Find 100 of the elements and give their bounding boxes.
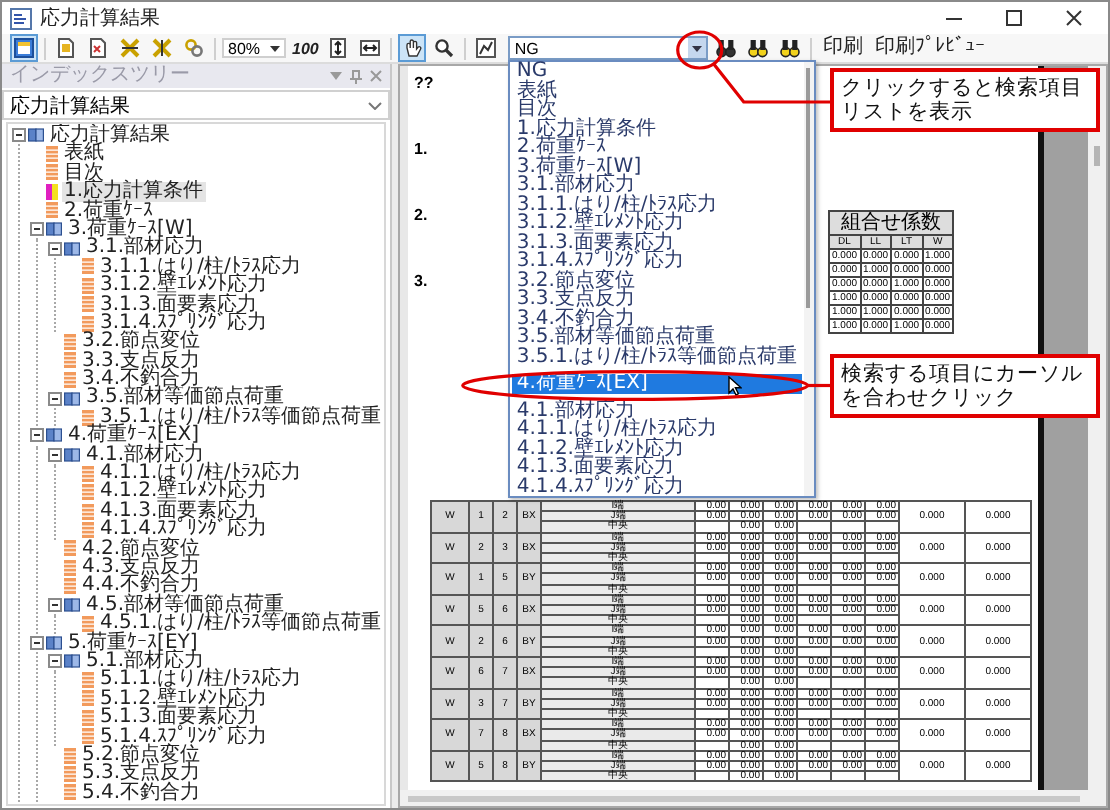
tree-item[interactable]: 4.1.2.壁ｴﾚﾒﾝﾄ応力 <box>98 482 270 502</box>
collapse-icon[interactable] <box>30 222 44 237</box>
list-item[interactable]: 3.4.不釣合力 <box>512 309 802 328</box>
tree-item[interactable]: 目次 <box>62 163 106 183</box>
section-heading: 1. <box>414 140 428 158</box>
list-item[interactable]: 3.1.1.はり/柱/ﾄﾗｽ応力 <box>512 195 802 214</box>
section-heading: 3. <box>414 272 428 290</box>
document-icon[interactable] <box>52 34 80 62</box>
tree-item[interactable]: 5.4.不釣合力 <box>80 783 203 803</box>
tree-item[interactable]: 5.1.部材応力 <box>84 651 207 671</box>
callout: クリックすると検索項目リストを表示 <box>829 68 1100 132</box>
list-item[interactable]: 3.1.3.面要素応力 <box>512 233 802 252</box>
print-button[interactable]: 印刷 <box>818 36 867 60</box>
list-item[interactable]: 表紙 <box>512 81 802 100</box>
tree-item[interactable]: 4.5.1.はり/柱/ﾄﾗｽ等価節点荷重 <box>98 614 383 634</box>
list-item[interactable]: 4.1.2.壁ｴﾚﾒﾝﾄ応力 <box>512 439 802 458</box>
callout: 検索する項目にカーソルを合わせクリック <box>829 353 1100 418</box>
tree-item[interactable]: 1.応力計算条件 <box>62 182 206 202</box>
tree-item[interactable]: 4.1.4.ｽﾌﾟﾘﾝｸﾞ応力 <box>98 520 270 540</box>
list-item[interactable]: NG <box>512 62 802 81</box>
section-heading: ?? <box>414 74 434 92</box>
book-icon <box>46 635 62 650</box>
list-item[interactable]: 4.1.部材応力 <box>512 401 802 420</box>
tree-item[interactable]: 3.1.部材応力 <box>84 238 207 258</box>
list-item[interactable]: 3.1.部材応力 <box>512 176 802 195</box>
list-item[interactable]: 3.5.1.はり/柱/ﾄﾗｽ等価節点荷重 <box>512 347 802 366</box>
tree-item[interactable]: 3.1.2.壁ｴﾚﾒﾝﾄ応力 <box>98 276 270 296</box>
tree-item[interactable]: 5.3.支点反力 <box>80 764 203 784</box>
book-icon <box>28 128 44 143</box>
document-icon[interactable] <box>84 34 112 62</box>
tree-item[interactable]: 3.4.不釣合力 <box>80 370 203 389</box>
collapse-icon[interactable] <box>30 635 44 650</box>
magnifier-icon[interactable] <box>430 34 459 62</box>
binoculars-icon[interactable] <box>744 34 773 62</box>
tree-item[interactable]: 5.2.節点変位 <box>80 745 203 765</box>
caret-icon <box>270 45 280 51</box>
tree-item[interactable]: 4.荷重ｹｰｽ[EX] <box>66 426 202 446</box>
tree-item[interactable]: 4.2.節点変位 <box>80 539 203 558</box>
book-icon <box>46 428 62 443</box>
list-item[interactable]: 4.1.1.はり/柱/ﾄﾗｽ応力 <box>512 420 802 439</box>
list-item[interactable]: 3.3.支点反力 <box>512 290 802 309</box>
close-icon[interactable] <box>1064 8 1084 28</box>
book-icon <box>64 654 80 669</box>
book-icon <box>64 597 80 612</box>
tree-selector[interactable]: 応力計算結果 <box>2 90 390 120</box>
tree-item[interactable]: 3.1.3.面要素応力 <box>98 295 260 314</box>
tree-item[interactable]: 4.1.部材応力 <box>84 445 207 465</box>
maximize-icon[interactable] <box>1004 8 1024 28</box>
collapse-icon[interactable] <box>48 391 62 406</box>
collapse-icon[interactable] <box>30 428 44 443</box>
tree-item[interactable]: 4.5.部材等価節点荷重 <box>84 595 287 615</box>
search-field[interactable]: NG <box>508 36 709 60</box>
list-item[interactable]: 4.1.3.面要素応力 <box>512 458 802 477</box>
book-icon <box>46 222 62 237</box>
leader-line <box>807 383 832 388</box>
zoom-reset-button[interactable]: 100 <box>290 39 321 57</box>
tree-item[interactable]: 5.1.1.はり/柱/ﾄﾗｽ応力 <box>98 670 303 690</box>
tree-item[interactable]: 表紙 <box>62 144 106 164</box>
tree-item[interactable]: 4.3.支点反力 <box>80 557 203 577</box>
book-icon <box>64 447 80 462</box>
tree-item[interactable]: 4.4.不釣合力 <box>80 576 203 596</box>
tree-item[interactable]: 5.1.4.ｽﾌﾟﾘﾝｸﾞ応力 <box>98 727 270 746</box>
print-preview-button[interactable]: 印刷ﾌﾟﾚﾋﾞｭｰ <box>870 36 989 60</box>
list-item[interactable]: 4.1.4.ｽﾌﾟﾘﾝｸﾞ応力 <box>512 477 802 496</box>
tree-item[interactable]: 3.3.支点反力 <box>80 351 203 371</box>
list-item[interactable]: 3.1.4.ｽﾌﾟﾘﾝｸﾞ応力 <box>512 252 802 271</box>
list-item[interactable]: 3.荷重ｹｰｽ[W] <box>512 157 802 176</box>
chart-icon[interactable] <box>472 34 501 62</box>
collapse-icon[interactable] <box>48 447 62 462</box>
fit-width-icon[interactable] <box>356 34 385 62</box>
list-item[interactable]: 3.2.節点変位 <box>512 271 802 290</box>
tree-item[interactable]: 2.荷重ｹｰｽ <box>62 201 156 220</box>
scrollbar[interactable] <box>803 62 814 496</box>
tree-item[interactable]: 3.5.部材等価節点荷重 <box>84 388 287 408</box>
collapse-icon[interactable] <box>48 654 62 669</box>
tree-item[interactable]: 4.1.3.面要素応力 <box>98 501 260 521</box>
list-item[interactable]: 目次 <box>512 100 802 119</box>
dropdown-button[interactable] <box>688 38 707 58</box>
collapse-icon[interactable] <box>48 241 62 256</box>
book-icon <box>64 391 80 406</box>
layout-icon[interactable] <box>10 34 38 62</box>
tree-item[interactable]: 3.2.節点変位 <box>80 332 203 352</box>
link-icon[interactable] <box>180 34 208 62</box>
mouse-pointer-icon <box>727 376 742 396</box>
cross-icon[interactable] <box>116 34 144 62</box>
page-icon <box>82 615 94 632</box>
collapse-icon[interactable] <box>48 597 62 612</box>
window-title: 応力計算結果 <box>40 5 160 32</box>
list-item[interactable]: 3.5.部材等価節点荷重 <box>512 328 802 347</box>
hand-icon[interactable] <box>398 34 427 62</box>
binoculars-icon[interactable] <box>776 34 805 62</box>
tree-item[interactable]: 5.1.3.面要素応力 <box>98 708 260 727</box>
binoculars-icon[interactable] <box>712 34 741 62</box>
collapse-icon[interactable] <box>12 128 26 143</box>
cross-icon[interactable] <box>148 34 176 62</box>
tree-item[interactable]: 5.荷重ｹｰｽ[EY] <box>66 633 200 652</box>
list-item[interactable]: 1.応力計算条件 <box>512 119 802 138</box>
list-item[interactable]: 3.1.2.壁ｴﾚﾒﾝﾄ応力 <box>512 214 802 233</box>
list-item[interactable]: 2.荷重ｹｰｽ <box>512 138 802 157</box>
zoom-field[interactable]: 80% <box>222 38 286 58</box>
